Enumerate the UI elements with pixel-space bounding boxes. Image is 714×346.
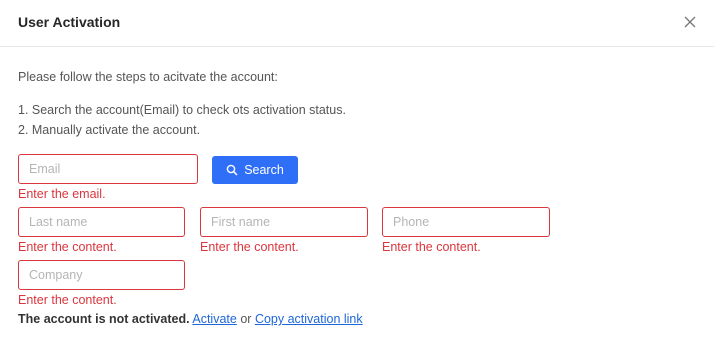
user-activation-dialog: User Activation Please follow the steps … bbox=[0, 0, 714, 346]
company-field[interactable] bbox=[19, 261, 184, 289]
last-name-field[interactable] bbox=[19, 208, 184, 236]
close-icon[interactable] bbox=[683, 15, 699, 31]
search-button[interactable]: Search bbox=[212, 156, 298, 184]
email-field[interactable] bbox=[19, 155, 197, 183]
last-name-error: Enter the content. bbox=[18, 240, 117, 254]
instructions-step-2: 2. Manually activate the account. bbox=[18, 123, 201, 137]
status-message: The account is not activated. bbox=[18, 312, 190, 326]
first-name-field-wrapper bbox=[200, 207, 368, 237]
email-field-wrapper bbox=[18, 154, 198, 184]
phone-field[interactable] bbox=[383, 208, 549, 236]
company-error: Enter the content. bbox=[18, 293, 117, 307]
first-name-error: Enter the content. bbox=[200, 240, 299, 254]
search-icon bbox=[226, 164, 238, 176]
dialog-title: User Activation bbox=[18, 14, 121, 30]
email-error: Enter the email. bbox=[18, 187, 106, 201]
phone-error: Enter the content. bbox=[382, 240, 481, 254]
activation-status: The account is not activated. Activate o… bbox=[18, 312, 363, 326]
instructions-intro: Please follow the steps to acitvate the … bbox=[18, 70, 278, 84]
company-field-wrapper bbox=[18, 260, 185, 290]
instructions-step-1: 1. Search the account(Email) to check ot… bbox=[18, 103, 346, 117]
dialog-header: User Activation bbox=[0, 0, 714, 47]
copy-activation-link[interactable]: Copy activation link bbox=[255, 312, 363, 326]
last-name-field-wrapper bbox=[18, 207, 185, 237]
phone-field-wrapper bbox=[382, 207, 550, 237]
activate-link[interactable]: Activate bbox=[192, 312, 236, 326]
or-text: or bbox=[240, 312, 252, 326]
first-name-field[interactable] bbox=[201, 208, 367, 236]
search-button-label: Search bbox=[244, 163, 284, 177]
